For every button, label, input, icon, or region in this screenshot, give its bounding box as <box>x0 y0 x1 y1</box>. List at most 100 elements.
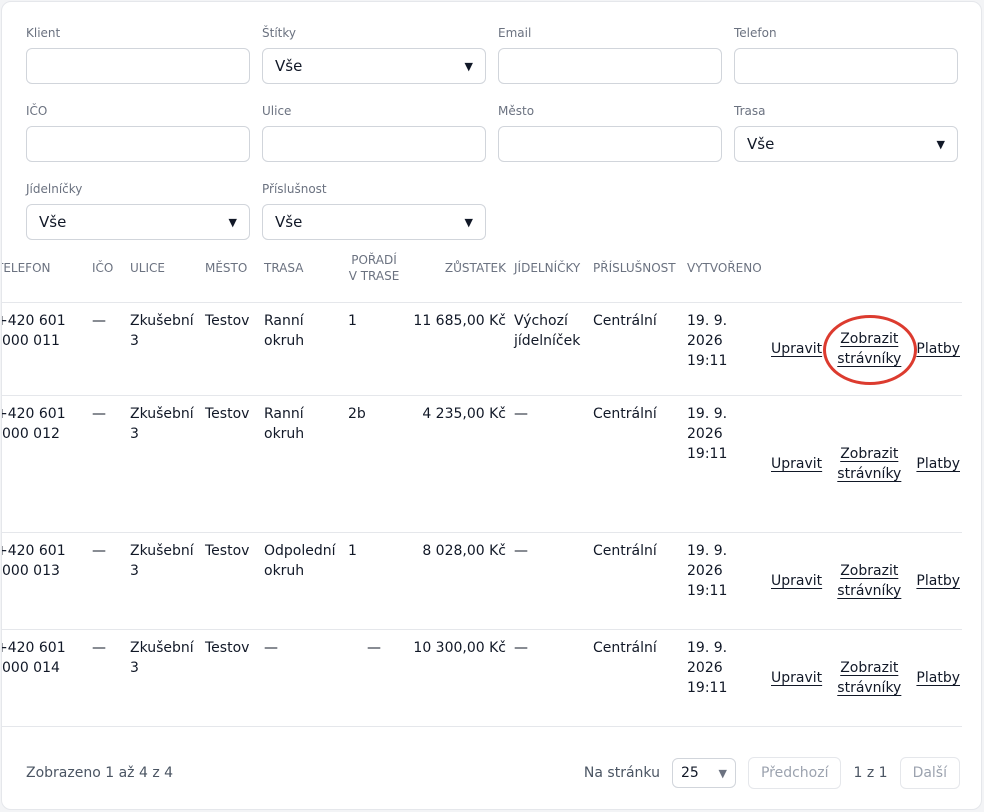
edit-link[interactable]: Upravit <box>771 668 822 688</box>
clients-table-wrap: TELEFON IČO ULICE MĚSTO TRASA POŘADÍ V T… <box>2 234 962 727</box>
cell-jidelnicky: — <box>510 395 589 533</box>
cell-mesto: Testov <box>201 302 260 396</box>
cell-zustatek: 8 028,00 Kč <box>404 532 510 630</box>
email-input[interactable] <box>498 48 722 84</box>
column-header-vytvoreno[interactable]: VYTVOŘENO <box>683 234 771 303</box>
cell-poradi: 2b <box>344 395 404 533</box>
row-actions: Upravit Zobrazit strávníky Platby <box>771 561 962 601</box>
filter-mesto: Město <box>498 102 722 162</box>
select-value: Vše <box>275 213 303 231</box>
filters-panel: Klient Štítky Vše ▼ Email Telefon IČO Ul… <box>26 24 960 240</box>
column-header-zustatek[interactable]: ZŮSTATEK <box>404 234 510 303</box>
cell-prislusnost: Centrální <box>589 395 683 533</box>
filter-prislusnost: Příslušnost Vše ▼ <box>262 180 486 240</box>
cell-ulice: Zkušební 3 <box>126 629 201 727</box>
show-diners-link[interactable]: Zobrazit strávníky <box>837 444 901 484</box>
cell-vytvoreno: 19. 9. 2026 19:11 <box>683 395 771 533</box>
show-diners-link[interactable]: Zobrazit strávníky <box>837 658 901 698</box>
column-header-actions <box>771 234 962 303</box>
payments-link[interactable]: Platby <box>916 339 960 359</box>
tags-select[interactable]: Vše ▼ <box>262 48 486 84</box>
cell-vytvoreno: 19. 9. 2026 19:11 <box>683 302 771 396</box>
column-header-jidelnicky[interactable]: JÍDELNÍČKY <box>510 234 589 303</box>
column-header-prislusnost[interactable]: PŘÍSLUŠNOST <box>589 234 683 303</box>
payments-link[interactable]: Platby <box>916 668 960 688</box>
chevron-down-icon: ▼ <box>718 766 727 780</box>
chevron-down-icon: ▼ <box>464 59 473 73</box>
cell-trasa: — <box>260 629 344 727</box>
filter-label: Příslušnost <box>262 182 327 196</box>
cell-zustatek: 10 300,00 Kč <box>404 629 510 727</box>
column-header-telefon[interactable]: TELEFON <box>2 234 88 303</box>
cell-mesto: Testov <box>201 395 260 533</box>
results-summary: Zobrazeno 1 až 4 z 4 <box>26 765 174 781</box>
show-diners-link[interactable]: Zobrazit strávníky <box>823 314 918 385</box>
cell-ulice: Zkušební 3 <box>126 532 201 630</box>
filter-label: IČO <box>26 104 48 118</box>
cell-poradi: — <box>344 629 404 727</box>
row-actions: Upravit Zobrazit strávníky Platby <box>771 314 962 385</box>
cell-telefon: +420 601 000 012 <box>2 395 88 533</box>
select-value: Vše <box>275 57 303 75</box>
column-header-ulice[interactable]: ULICE <box>126 234 201 303</box>
cell-actions: Upravit Zobrazit strávníky Platby <box>771 532 962 630</box>
table-row: +420 601 000 012 — Zkušební 3 Testov Ran… <box>2 395 962 533</box>
filter-email: Email <box>498 24 722 84</box>
payments-link[interactable]: Platby <box>916 571 960 591</box>
column-header-mesto[interactable]: MĚSTO <box>201 234 260 303</box>
cell-trasa: Ranní okruh <box>260 302 344 396</box>
cell-jidelnicky: — <box>510 532 589 630</box>
cell-prislusnost: Centrální <box>589 629 683 727</box>
filter-label: Trasa <box>734 104 766 118</box>
select-value: Vše <box>39 213 67 231</box>
filter-stitky: Štítky Vše ▼ <box>262 24 486 84</box>
client-input[interactable] <box>26 48 250 84</box>
phone-input[interactable] <box>734 48 958 84</box>
cell-actions: Upravit Zobrazit strávníky Platby <box>771 629 962 727</box>
cell-prislusnost: Centrální <box>589 302 683 396</box>
edit-link[interactable]: Upravit <box>771 339 822 359</box>
cell-poradi: 1 <box>344 532 404 630</box>
cell-jidelnicky: Výchozí jídelníček <box>510 302 589 396</box>
cell-ulice: Zkušební 3 <box>126 395 201 533</box>
chevron-down-icon: ▼ <box>228 215 237 229</box>
cell-ico: — <box>88 302 126 396</box>
cell-ico: — <box>88 395 126 533</box>
cell-trasa: Odpolední okruh <box>260 532 344 630</box>
per-page-value: 25 <box>680 765 699 781</box>
page-info: 1 z 1 <box>853 765 888 781</box>
filter-label: Štítky <box>262 26 296 40</box>
cell-vytvoreno: 19. 9. 2026 19:11 <box>683 532 771 630</box>
previous-page-button[interactable]: Předchozí <box>747 757 842 789</box>
edit-link[interactable]: Upravit <box>771 571 822 591</box>
table-row: +420 601 000 011 — Zkušební 3 Testov Ran… <box>2 302 962 396</box>
ico-input[interactable] <box>26 126 250 162</box>
column-header-ico[interactable]: IČO <box>88 234 126 303</box>
cell-telefon: +420 601 000 014 <box>2 629 88 727</box>
cell-poradi: 1 <box>344 302 404 396</box>
city-input[interactable] <box>498 126 722 162</box>
column-header-trasa[interactable]: TRASA <box>260 234 344 303</box>
next-page-button[interactable]: Další <box>899 757 960 789</box>
filter-label: Telefon <box>734 26 777 40</box>
column-header-poradi[interactable]: POŘADÍ V TRASE <box>344 234 404 303</box>
table-row: +420 601 000 013 — Zkušební 3 Testov Odp… <box>2 532 962 630</box>
cell-actions: Upravit Zobrazit strávníky Platby <box>771 302 962 396</box>
payments-link[interactable]: Platby <box>916 454 960 474</box>
filter-ico: IČO <box>26 102 250 162</box>
select-value: Vše <box>747 135 775 153</box>
table-footer: Zobrazeno 1 až 4 z 4 Na stránku 25 ▼ Pře… <box>26 757 960 789</box>
show-diners-link[interactable]: Zobrazit strávníky <box>837 561 901 601</box>
per-page-select[interactable]: 25 ▼ <box>671 758 736 788</box>
route-select[interactable]: Vše ▼ <box>734 126 958 162</box>
cell-telefon: +420 601 000 013 <box>2 532 88 630</box>
cell-mesto: Testov <box>201 532 260 630</box>
cell-jidelnicky: — <box>510 629 589 727</box>
street-input[interactable] <box>262 126 486 162</box>
filter-label: Jídelníčky <box>26 182 83 196</box>
chevron-down-icon: ▼ <box>464 215 473 229</box>
cell-ico: — <box>88 629 126 727</box>
filter-label: Klient <box>26 26 61 40</box>
cell-zustatek: 11 685,00 Kč <box>404 302 510 396</box>
edit-link[interactable]: Upravit <box>771 454 822 474</box>
